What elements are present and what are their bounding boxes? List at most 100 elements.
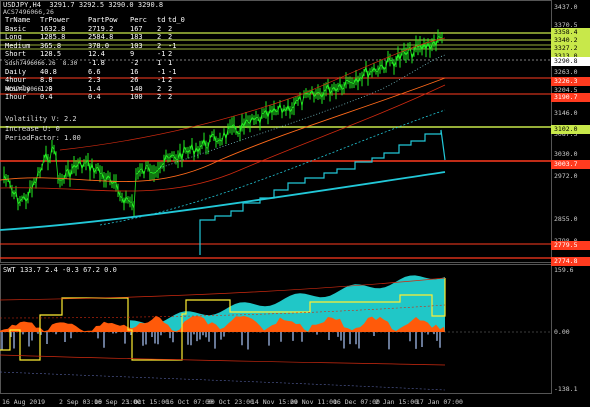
- table-cell: 2: [157, 24, 162, 33]
- time-label: 2 Jan 15:00: [375, 398, 419, 406]
- table-cell: -1: [157, 67, 166, 76]
- table-cell: 365.8: [40, 41, 62, 50]
- dotted-envelope-line: [159, 54, 446, 169]
- table-cell: Perc: [130, 16, 147, 24]
- price-label: 3437.0: [554, 3, 578, 11]
- table-cell: Daily: [5, 67, 27, 76]
- table-cell: Long: [5, 33, 22, 42]
- trading-terminal: USDJPY,H4 3291.7 3292.5 3290.0 3290.8 AC…: [0, 0, 590, 407]
- indicator-axis-label: 0.00: [554, 328, 570, 336]
- table-row: Ihour 0.4 0.4 100 2 2: [5, 93, 184, 102]
- indicator-axis-label: 159.6: [554, 266, 574, 274]
- increase-label: Increase U: 0: [5, 125, 60, 133]
- overlay-label: ACS7496066.25: [5, 86, 52, 93]
- time-label: 16 Aug 2019: [2, 398, 46, 406]
- price-tag: 2779.5: [551, 241, 590, 250]
- table-cell: 2: [157, 41, 162, 50]
- overlay-label: Sdsh7496066.26 8.30: [5, 60, 78, 69]
- table-row: Short 128.5 12.4 9 -1 2: [5, 50, 184, 59]
- table-cell: TrPower: [40, 16, 70, 24]
- table-cell: 2: [168, 84, 173, 93]
- table-cell: 378.0: [88, 41, 110, 50]
- price-tag: 2774.8: [551, 257, 590, 266]
- table-cell: TrName: [5, 16, 31, 24]
- table-cell: 40.8: [40, 67, 57, 76]
- table-cell: 16: [130, 67, 139, 76]
- table-cell: 2: [157, 33, 162, 42]
- table-cell: 26: [130, 76, 139, 85]
- price-label: 3030.0: [554, 150, 578, 158]
- price-label: 2855.0: [554, 215, 578, 223]
- price-tag: 3102.0: [551, 125, 590, 134]
- table-cell: 2: [168, 24, 173, 33]
- time-label: 29 Nov 11:00: [290, 398, 337, 406]
- table-cell: 6.6: [88, 67, 101, 76]
- table-cell: 2: [157, 84, 162, 93]
- table-cell: 2719.2: [88, 24, 114, 33]
- period-factor-label: PeriodFactor: 1.00: [5, 134, 81, 142]
- table-cell: Medium: [5, 41, 31, 50]
- lower-envelope: [0, 354, 446, 366]
- table-cell: -1: [168, 67, 177, 76]
- time-label: 17 Jan 07:00: [416, 398, 463, 406]
- lower-envelope-dotted: [0, 371, 446, 391]
- table-cell: -1.8: [88, 58, 105, 67]
- price-tag: 3226.3: [551, 77, 590, 86]
- price-label: 3263.0: [554, 68, 578, 76]
- table-cell: 9: [130, 50, 135, 59]
- price-tag: 3003.7: [551, 160, 590, 169]
- table-cell: 2: [168, 50, 173, 59]
- table-row: Medium 365.8 378.0 103 2 -1: [5, 42, 184, 51]
- table-cell: 1632.8: [40, 24, 66, 33]
- table-cell: PartPow: [88, 16, 118, 24]
- table-cell: 2584.8: [88, 33, 114, 42]
- indicator-axis-label: -138.1: [554, 385, 578, 393]
- table-cell: 2: [168, 76, 173, 85]
- price-label: 2972.0: [554, 172, 578, 180]
- table-cell: -1: [168, 41, 177, 50]
- table-cell: 2.3: [88, 76, 101, 85]
- table-cell: 183: [130, 33, 143, 42]
- table-header: TrName TrPower PartPow Perc td td_0: [5, 16, 185, 25]
- table-cell: 1: [168, 58, 173, 67]
- table-cell: td_0: [168, 16, 185, 24]
- time-label: 16 Dec 07:00: [333, 398, 380, 406]
- table-row: 4hour 8.8 2.3 26 -1 2: [5, 76, 184, 85]
- negative-histogram: [1, 332, 441, 350]
- price-label: 3146.0: [554, 109, 578, 117]
- table-cell: Ihour: [5, 93, 27, 102]
- table-cell: 4hour: [5, 76, 27, 85]
- cyan-trend-line: [0, 171, 446, 231]
- table-cell: 2: [168, 93, 173, 102]
- table-cell: 12.4: [88, 50, 105, 59]
- price-tag: 3290.8: [551, 57, 590, 66]
- volatility-label: Volatility V: 2.2: [5, 115, 77, 123]
- cyan-step-line: [199, 129, 446, 255]
- table-cell: 0.4: [40, 93, 53, 102]
- table-cell: 128.5: [40, 50, 62, 59]
- table-row: Basic 1632.8 2719.2 167 2 2: [5, 25, 184, 34]
- time-label: 16 Oct 07:00: [166, 398, 213, 406]
- table-cell: 103: [130, 41, 143, 50]
- table-cell: Short: [5, 50, 27, 59]
- price-tag: 3190.7: [551, 93, 590, 102]
- table-cell: 167: [130, 24, 143, 33]
- table-cell: -1: [157, 50, 166, 59]
- table-cell: td: [157, 16, 166, 24]
- table-cell: Basic: [5, 24, 27, 33]
- table-cell: 2: [168, 33, 173, 42]
- indicator-title: SWT 133.7 2.4 -0.3 67.2 0.0: [3, 266, 117, 274]
- table-cell: 8.8: [40, 76, 53, 85]
- table-row: Daily 40.8 6.6 16 -1 -1: [5, 68, 184, 77]
- table-cell: 100: [130, 93, 143, 102]
- table-cell: -1: [157, 76, 166, 85]
- time-label: 1 Oct 15:00: [126, 398, 170, 406]
- table-cell: 2: [157, 93, 162, 102]
- table-cell: 1285.8: [40, 33, 66, 42]
- table-cell: 140: [130, 84, 143, 93]
- table-row: Long 1285.8 2584.8 183 2 2: [5, 33, 184, 42]
- table-cell: 1.4: [88, 84, 101, 93]
- table-cell: 1: [157, 58, 162, 67]
- table-cell: -2: [130, 58, 139, 67]
- time-label: 30 Oct 23:00: [207, 398, 254, 406]
